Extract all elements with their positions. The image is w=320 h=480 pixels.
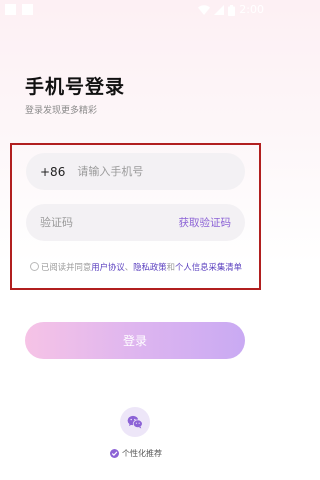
check-icon — [111, 450, 118, 456]
wechat-icon — [127, 415, 143, 429]
wechat-login-button[interactable] — [120, 407, 150, 437]
notification-icon — [5, 4, 16, 15]
agreement-prefix: 已阅读并同意 — [41, 262, 92, 272]
get-code-button[interactable]: 获取验证码 — [179, 215, 232, 230]
phone-input[interactable] — [77, 165, 231, 178]
status-time: 2:00 — [239, 3, 264, 16]
user-agreement-link[interactable]: 用户协议 — [91, 262, 125, 272]
personalized-checkbox[interactable] — [110, 448, 119, 458]
country-code[interactable]: +86 — [40, 165, 65, 179]
page-subtitle: 登录发现更多精彩 — [25, 106, 98, 116]
agreement-text: 已阅读并同意用户协议、隐私政策和个人信息采集清单 — [30, 261, 252, 274]
personalized-recommendation: 个性化推荐 — [110, 447, 162, 459]
login-button[interactable]: 登录 — [25, 322, 245, 359]
agreement-conjunction: 和 — [166, 262, 175, 272]
code-field: 获取验证码 — [26, 204, 245, 241]
status-icons: 2:00 — [198, 3, 264, 17]
phone-field: +86 — [26, 153, 245, 190]
privacy-policy-link[interactable]: 隐私政策 — [133, 262, 167, 272]
battery-icon — [228, 4, 236, 16]
status-bar: 2:00 — [0, 0, 270, 22]
personal-info-list-link[interactable]: 个人信息采集清单 — [175, 262, 242, 272]
agreement-checkbox[interactable] — [30, 262, 39, 271]
notification-icon — [22, 4, 33, 15]
verification-code-input[interactable] — [40, 216, 150, 229]
wifi-icon — [198, 5, 211, 15]
signal-icon — [214, 5, 225, 15]
personalized-label: 个性化推荐 — [122, 448, 162, 458]
agreement-separator: 、 — [124, 262, 134, 272]
page-title: 手机号登录 — [25, 76, 126, 98]
